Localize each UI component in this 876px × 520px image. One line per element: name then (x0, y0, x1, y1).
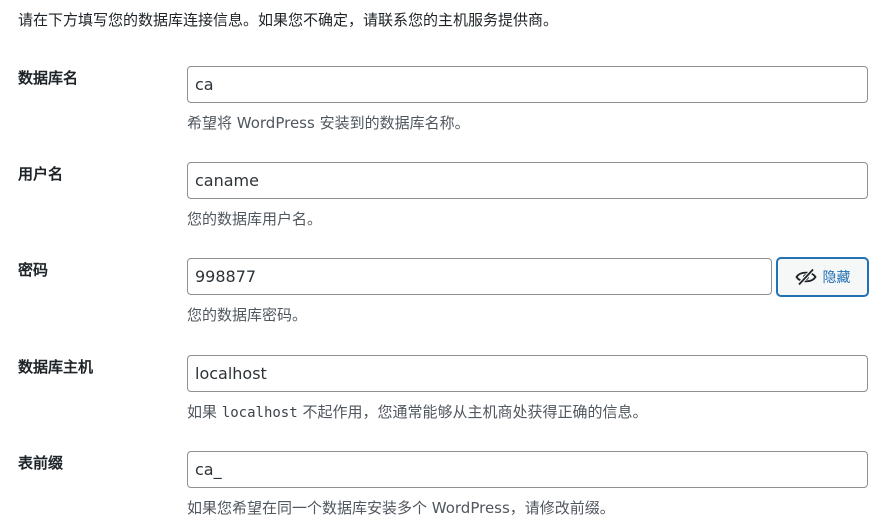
dbhost-description-code: localhost (221, 405, 298, 421)
password-label: 密码 (18, 261, 49, 279)
dbname-description: 希望将 WordPress 安装到的数据库名称。 (187, 114, 470, 132)
prefix-label: 表前缀 (18, 454, 64, 472)
dbhost-input[interactable] (187, 355, 868, 392)
dbname-label: 数据库名 (18, 69, 79, 87)
hide-password-button[interactable]: 隐藏 (777, 258, 868, 296)
username-input[interactable] (187, 162, 868, 199)
dbhost-description: 如果 localhost 不起作用，您通常能够从主机商处获得正确的信息。 (187, 400, 647, 425)
username-label: 用户名 (18, 165, 64, 183)
username-description: 您的数据库用户名。 (187, 210, 323, 228)
dbhost-label: 数据库主机 (18, 358, 94, 376)
dbhost-description-before: 如果 (187, 403, 218, 421)
prefix-description: 如果您希望在同一个数据库安装多个 WordPress，请修改前缀。 (187, 499, 615, 517)
hide-password-label: 隐藏 (822, 270, 851, 286)
dbhost-description-after: 不起作用，您通常能够从主机商处获得正确的信息。 (302, 403, 648, 421)
password-input[interactable] (187, 258, 772, 295)
password-description: 您的数据库密码。 (187, 306, 308, 324)
dbname-input[interactable] (187, 66, 868, 103)
prefix-input[interactable] (187, 451, 868, 488)
eye-slash-icon (794, 268, 817, 286)
intro-text: 请在下方填写您的数据库连接信息。如果您不确定，请联系您的主机服务提供商。 (18, 11, 559, 29)
